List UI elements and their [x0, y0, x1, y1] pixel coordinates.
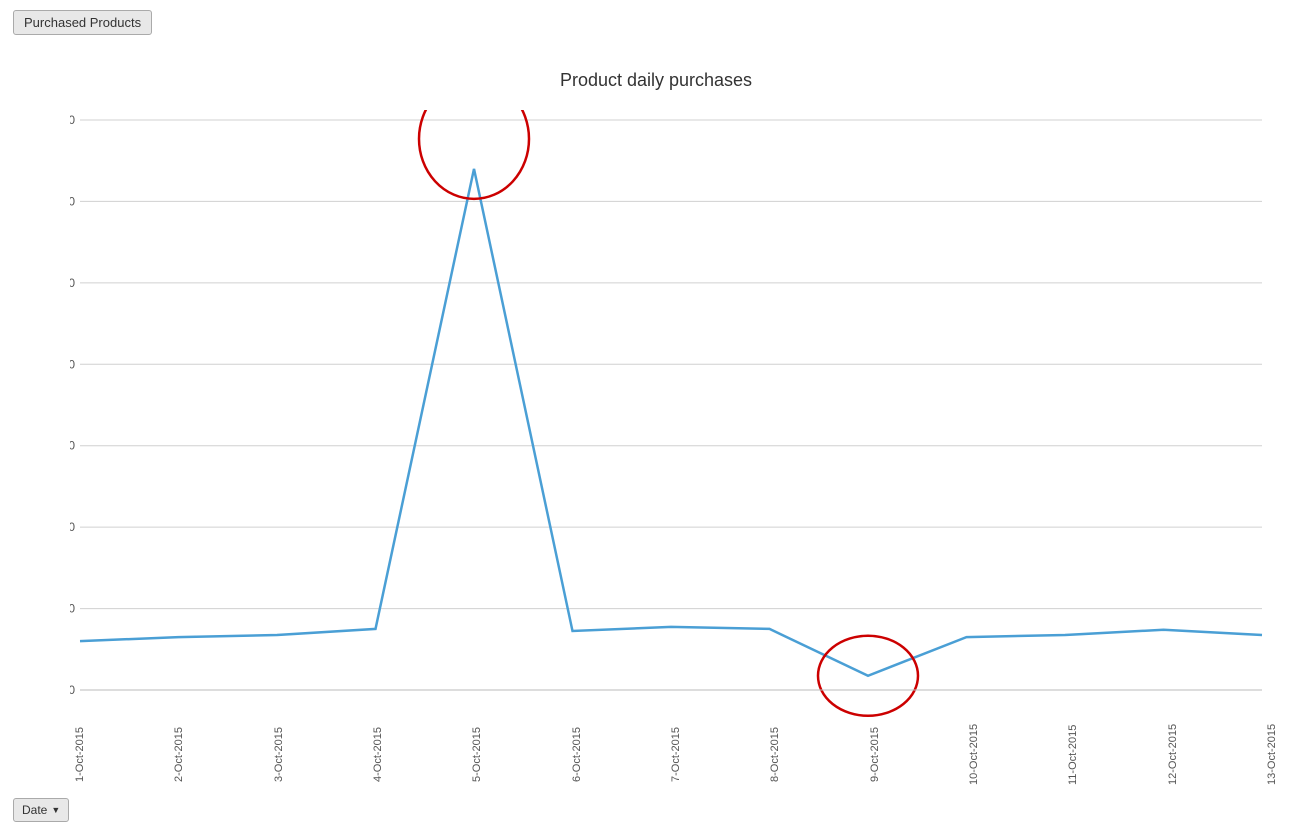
x-axis-label: 12-Oct-2015 [1163, 727, 1183, 782]
x-axis-label: 7-Oct-2015 [666, 727, 686, 782]
x-axis-labels: 1-Oct-2015 2-Oct-2015 3-Oct-2015 4-Oct-2015… [70, 727, 1282, 782]
svg-text:4000: 4000 [70, 520, 75, 534]
x-axis-label: 1-Oct-2015 [70, 727, 90, 782]
x-axis-label: 6-Oct-2015 [567, 727, 587, 782]
x-axis-label: 10-Oct-2015 [964, 727, 984, 782]
x-axis-label: 11-Oct-2015 [1063, 727, 1083, 782]
x-axis-label: 9-Oct-2015 [865, 727, 885, 782]
svg-text:0: 0 [70, 683, 75, 697]
bottom-bar: Date [13, 798, 69, 822]
svg-text:2000: 2000 [70, 602, 75, 616]
top-bar: Purchased Products [13, 10, 152, 35]
svg-text:14000: 14000 [70, 113, 75, 127]
x-axis-label: 2-Oct-2015 [169, 727, 189, 782]
x-axis-label: 4-Oct-2015 [368, 727, 388, 782]
x-axis-label: 3-Oct-2015 [269, 727, 289, 782]
purchased-products-button[interactable]: Purchased Products [13, 10, 152, 35]
chart-svg: 0 2000 4000 6000 8000 10000 12000 14000 [70, 110, 1282, 730]
svg-text:6000: 6000 [70, 439, 75, 453]
svg-text:12000: 12000 [70, 194, 75, 208]
x-axis-label: 5-Oct-2015 [467, 727, 487, 782]
y-axis [10, 50, 70, 757]
svg-text:10000: 10000 [70, 276, 75, 290]
x-axis-label: 13-Oct-2015 [1262, 727, 1282, 782]
svg-text:8000: 8000 [70, 357, 75, 371]
chart-title: Product daily purchases [0, 60, 1312, 91]
x-axis-label: 8-Oct-2015 [765, 727, 785, 782]
date-filter-button[interactable]: Date [13, 798, 69, 822]
